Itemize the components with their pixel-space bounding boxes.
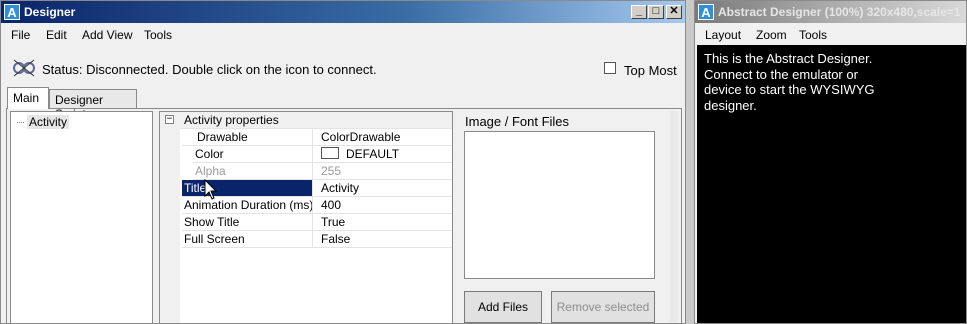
abstract-titlebar[interactable]: A Abstract Designer (100%) 320x480,scale… bbox=[695, 1, 966, 23]
tab-main[interactable]: Main bbox=[7, 87, 49, 109]
property-value[interactable]: ColorDrawable bbox=[313, 129, 452, 146]
menu-edit[interactable]: Edit bbox=[46, 28, 67, 42]
property-category[interactable]: − Activity properties bbox=[160, 112, 452, 129]
property-value[interactable]: 400 bbox=[313, 197, 452, 214]
top-most-label[interactable]: Top Most bbox=[624, 63, 677, 78]
property-grid[interactable]: − Activity properties − Drawable ColorDr… bbox=[159, 111, 453, 323]
designer-window: A Designer _ □ ✕ File Edit Add View Tool… bbox=[0, 0, 686, 324]
minimize-button[interactable]: _ bbox=[631, 5, 647, 19]
connection-status-icon[interactable] bbox=[12, 58, 36, 78]
designer-titlebar[interactable]: A Designer _ □ ✕ bbox=[1, 1, 685, 23]
files-label: Image / Font Files bbox=[465, 114, 570, 129]
add-files-button[interactable]: Add Files bbox=[464, 291, 542, 323]
menu-tools[interactable]: Tools bbox=[144, 28, 172, 42]
menu-layout[interactable]: Layout bbox=[705, 28, 741, 42]
property-value[interactable]: Activity bbox=[313, 180, 452, 197]
tab-designer-scripts[interactable]: Designer Scripts bbox=[49, 89, 137, 121]
color-swatch-icon bbox=[321, 147, 339, 159]
property-value[interactable]: DEFAULT bbox=[313, 146, 452, 163]
tree-item-activity[interactable]: Activity bbox=[17, 115, 70, 129]
category-label: Activity properties bbox=[180, 112, 452, 129]
abstract-title: Abstract Designer (100%) 320x480,scale=1 bbox=[718, 5, 961, 19]
status-text: Status: Disconnected. Double click on th… bbox=[42, 62, 377, 77]
window-title: Designer bbox=[24, 5, 76, 19]
property-name: Title bbox=[182, 180, 313, 197]
close-button[interactable]: ✕ bbox=[666, 5, 682, 19]
files-list[interactable] bbox=[464, 131, 655, 279]
property-row-color[interactable]: Color DEFAULT bbox=[160, 146, 452, 163]
property-row-drawable[interactable]: − Drawable ColorDrawable bbox=[160, 129, 452, 146]
property-row-full-screen[interactable]: Full Screen False bbox=[160, 231, 452, 248]
panel-scrollbar[interactable] bbox=[670, 111, 678, 323]
app-logo-icon: A bbox=[4, 4, 20, 20]
designer-message: This is the Abstract Designer. Connect t… bbox=[704, 51, 875, 113]
property-name: Show Title bbox=[182, 214, 313, 231]
property-row-show-title[interactable]: Show Title True bbox=[160, 214, 452, 231]
property-name: Alpha bbox=[193, 163, 313, 180]
property-value[interactable]: False bbox=[313, 231, 452, 248]
top-most-checkbox[interactable] bbox=[604, 62, 616, 74]
menu-zoom[interactable]: Zoom bbox=[756, 28, 787, 42]
abstract-designer-window: A Abstract Designer (100%) 320x480,scale… bbox=[694, 0, 967, 324]
property-name: Drawable bbox=[182, 129, 313, 146]
property-row-alpha[interactable]: Alpha 255 bbox=[160, 163, 452, 180]
property-value[interactable]: True bbox=[313, 214, 452, 231]
remove-selected-button[interactable]: Remove selected bbox=[551, 291, 655, 323]
menu-file[interactable]: File bbox=[11, 28, 30, 42]
mouse-pointer-icon bbox=[204, 179, 218, 200]
abstract-menu-bar: Layout Zoom Tools bbox=[695, 25, 966, 45]
designer-screen[interactable]: This is the Abstract Designer. Connect t… bbox=[697, 45, 966, 323]
property-name: Full Screen bbox=[182, 231, 313, 248]
maximize-button[interactable]: □ bbox=[648, 5, 664, 19]
property-name: Color bbox=[193, 146, 313, 163]
menu-bar: File Edit Add View Tools bbox=[1, 25, 685, 45]
menu-add-view[interactable]: Add View bbox=[82, 28, 132, 42]
app-logo-icon: A bbox=[698, 4, 714, 20]
views-tree[interactable]: Activity bbox=[10, 111, 153, 323]
property-value[interactable]: 255 bbox=[313, 163, 452, 180]
menu-tools[interactable]: Tools bbox=[799, 28, 827, 42]
property-name: Animation Duration (ms) bbox=[182, 197, 313, 214]
collapse-icon[interactable]: − bbox=[165, 115, 174, 124]
